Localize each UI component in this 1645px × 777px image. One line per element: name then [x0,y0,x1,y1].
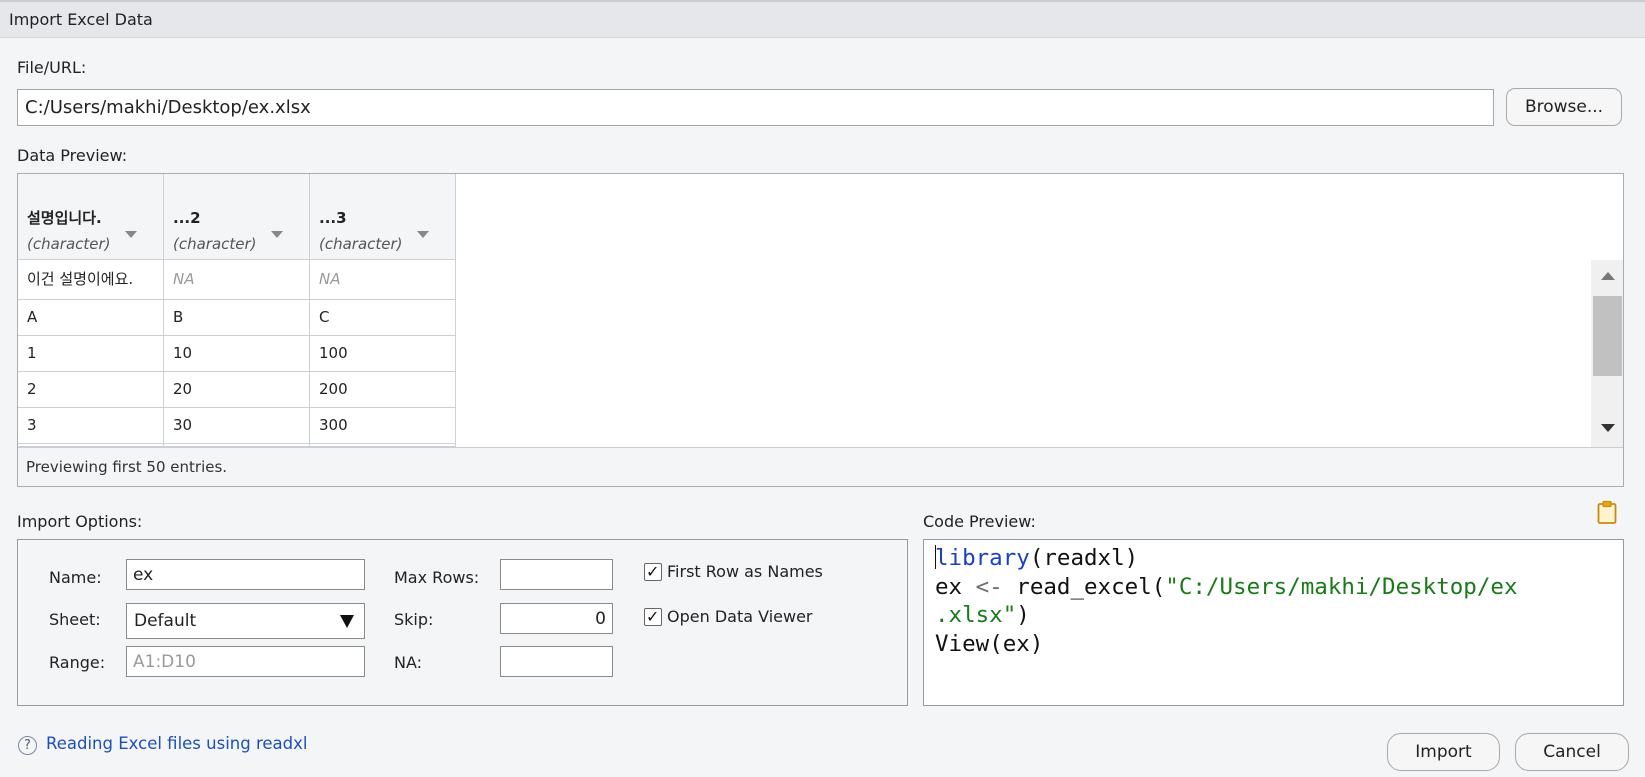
table-cell: B [164,300,310,336]
dropdown-arrow-icon [340,615,354,628]
table-cell: NA [310,260,456,300]
sheet-select-value: Default [134,611,197,631]
table-cell: 20 [164,372,310,408]
code-token: <- [975,573,1003,600]
range-input[interactable] [126,646,365,677]
code-line-4: View(ex) [935,630,1044,657]
table-cell: NA [164,260,310,300]
code-token: "C:/Users/makhi/Desktop/ex [1165,573,1518,600]
code-token: ex [1002,630,1030,657]
data-preview-grid: 설명입니다. (character) ...2 (character) ...3… [17,173,1624,487]
table-cell: 2 [18,372,164,408]
na-input[interactable] [500,646,613,677]
range-label: Range: [49,653,106,672]
column-header-1: 설명입니다. (character) [18,174,164,260]
column-type-dropdown-icon[interactable] [271,231,283,238]
preview-footer: Previewing first 50 entries. [18,447,1623,486]
help-icon[interactable]: ? [18,736,37,755]
sheet-label: Sheet: [49,610,101,629]
na-label: NA: [394,653,423,672]
code-token: ex [935,573,963,600]
code-token: View [935,630,990,657]
table-cell: C [310,300,456,336]
file-url-input[interactable] [17,89,1494,126]
table-cell: 이건 설명이에요. [18,260,164,300]
help-link[interactable]: Reading Excel files using readxl [46,734,307,753]
first-row-as-names-label[interactable]: First Row as Names [667,562,823,581]
code-line-3: .xlsx") [935,602,1030,628]
vertical-scrollbar[interactable] [1591,260,1623,447]
import-options-label: Import Options: [17,512,143,531]
code-token: .xlsx" [935,602,1017,628]
table-cell: A [18,300,164,336]
skip-label: Skip: [394,610,434,629]
max-rows-input[interactable] [500,559,613,590]
max-rows-label: Max Rows: [394,568,480,587]
cancel-button[interactable]: Cancel [1515,733,1629,771]
scroll-down-icon[interactable] [1601,424,1615,432]
import-button[interactable]: Import [1387,733,1500,771]
code-token: readxl [1043,545,1125,571]
table-cell: 10 [164,336,310,372]
import-options-panel: Name: Sheet: Default Range: Max Rows: Sk… [17,539,908,706]
table-cell: 300 [310,408,456,444]
skip-input[interactable] [500,603,613,634]
scrollbar-thumb[interactable] [1593,296,1622,376]
clipboard-icon[interactable] [1597,500,1617,524]
code-token: library [935,545,1030,571]
open-data-viewer-label[interactable]: Open Data Viewer [667,607,813,626]
column-header-type: (character) [173,235,257,253]
file-url-label: File/URL: [17,58,87,77]
column-type-dropdown-icon[interactable] [417,231,429,238]
table-cell: 200 [310,372,456,408]
table-cell: 100 [310,336,456,372]
code-line-2: ex <- read_excel("C:/Users/makhi/Desktop… [935,573,1518,600]
column-header-2: ...2 (character) [164,174,310,260]
column-header-name: 설명입니다. [27,209,102,227]
column-header-name: ...2 [173,209,201,227]
code-preview-label: Code Preview: [923,512,1036,531]
code-line-1: library(readxl) [935,545,1139,571]
code-preview-editor[interactable]: library(readxl) ex <- read_excel("C:/Use… [923,539,1624,706]
scroll-up-icon[interactable] [1601,272,1615,280]
table-cell: 3 [18,408,164,444]
open-data-viewer-checkbox[interactable] [644,607,662,626]
column-type-dropdown-icon[interactable] [125,231,137,238]
data-preview-label: Data Preview: [17,146,128,165]
browse-button[interactable]: Browse... [1506,88,1622,126]
sheet-select[interactable]: Default [126,603,365,639]
table-cell: 30 [164,408,310,444]
column-header-3: ...3 (character) [310,174,456,260]
name-input[interactable] [126,559,365,590]
column-header-name: ...3 [319,209,347,227]
name-label: Name: [49,568,102,587]
table-cell: 1 [18,336,164,372]
column-header-type: (character) [27,235,111,253]
window-title: Import Excel Data [0,0,1645,38]
first-row-as-names-checkbox[interactable] [644,562,662,581]
code-token: read_excel [1016,573,1152,600]
column-header-type: (character) [319,235,403,253]
